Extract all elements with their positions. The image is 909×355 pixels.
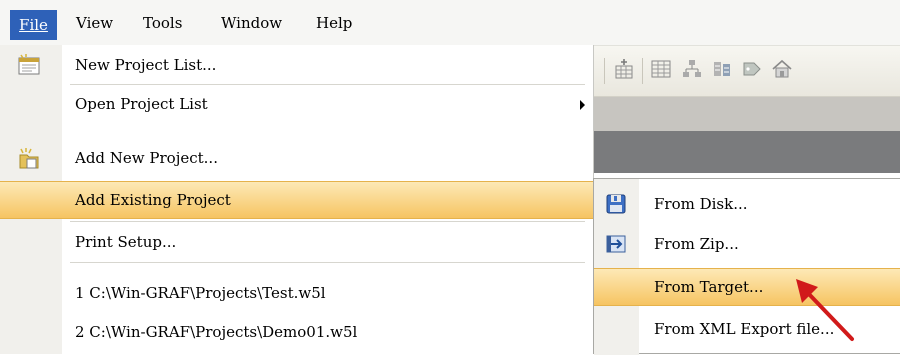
menu-item-label: Add Existing Project <box>75 191 231 209</box>
menu-help[interactable]: Help <box>316 12 352 34</box>
menu-view-label: View <box>76 14 114 32</box>
menu-help-label: Help <box>316 14 353 32</box>
home-icon[interactable] <box>771 58 793 80</box>
tag-icon[interactable] <box>741 58 763 80</box>
menu-item-label: Add New Project... <box>75 149 218 167</box>
menu-item-open-project-list[interactable]: Open Project List <box>0 85 593 123</box>
menu-item-recent-1[interactable]: 1 C:\Win-GRAF\Projects\Test.w5l <box>0 274 593 312</box>
menu-item-label: Print Setup... <box>75 233 177 251</box>
background-workspace <box>585 131 900 173</box>
new-project-list-icon <box>17 54 41 78</box>
background-panel <box>585 97 900 131</box>
submenu-item-label: From Disk... <box>654 195 748 213</box>
variables-icon[interactable] <box>711 58 733 80</box>
menu-item-label: Open Project List <box>75 95 208 113</box>
add-new-project-icon <box>17 147 41 171</box>
grid-insert-icon[interactable] <box>613 58 635 80</box>
menu-separator <box>70 262 585 263</box>
submenu-arrow-icon <box>580 100 585 110</box>
menu-separator <box>70 221 585 222</box>
menu-item-label: 1 C:\Win-GRAF\Projects\Test.w5l <box>75 284 326 302</box>
menu-item-label: New Project List... <box>75 56 217 74</box>
file-menu: New Project List... Open Project List Ad… <box>0 45 594 354</box>
table-icon[interactable] <box>650 58 672 80</box>
from-zip-icon <box>605 233 627 255</box>
from-disk-icon <box>605 193 627 215</box>
menu-view[interactable]: View <box>76 12 113 34</box>
toolbar-separator <box>604 58 605 84</box>
menu-item-add-existing-project[interactable]: Add Existing Project <box>0 181 593 219</box>
menu-item-recent-2[interactable]: 2 C:\Win-GRAF\Projects\Demo01.w5l <box>0 313 593 351</box>
menu-item-new-project-list[interactable]: New Project List... <box>0 46 593 84</box>
menu-bar: File View Tools Window Help <box>0 0 900 46</box>
menu-file-label: File <box>19 16 48 34</box>
callout-arrow-icon <box>796 279 854 341</box>
menu-item-print-setup[interactable]: Print Setup... <box>0 223 593 261</box>
menu-file[interactable]: File <box>10 10 57 40</box>
submenu-item-label: From Zip... <box>654 235 739 253</box>
submenu-item-from-disk[interactable]: From Disk... <box>594 185 900 223</box>
menu-window[interactable]: Window <box>221 12 282 34</box>
menu-item-add-new-project[interactable]: Add New Project... <box>0 139 593 177</box>
hierarchy-icon[interactable] <box>681 58 703 80</box>
menu-item-label: 2 C:\Win-GRAF\Projects\Demo01.w5l <box>75 323 358 341</box>
submenu-item-label: From Target... <box>654 278 764 296</box>
submenu-item-from-zip[interactable]: From Zip... <box>594 225 900 263</box>
app-window: File View Tools Window Help New Project … <box>0 0 900 355</box>
menu-tools-label: Tools <box>143 14 183 32</box>
menu-window-label: Window <box>221 14 283 32</box>
toolbar-separator <box>642 58 643 84</box>
menu-tools[interactable]: Tools <box>143 12 182 34</box>
